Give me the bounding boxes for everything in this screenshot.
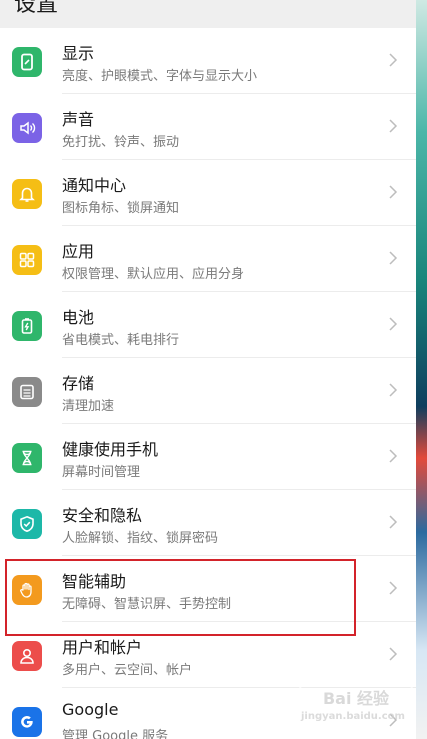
settings-item-sound[interactable]: 声音 免打扰、铃声、振动	[0, 94, 416, 160]
apps-grid-icon	[12, 245, 42, 275]
item-title: 通知中心	[62, 176, 127, 195]
bell-icon	[12, 179, 42, 209]
settings-item-display[interactable]: 显示 亮度、护眼模式、字体与显示大小	[0, 28, 416, 94]
item-subtitle: 清理加速	[62, 399, 115, 414]
item-subtitle: 亮度、护眼模式、字体与显示大小	[62, 69, 258, 84]
item-subtitle: 省电模式、耗电排行	[62, 333, 180, 348]
settings-item-notifications[interactable]: 通知中心 图标角标、锁屏通知	[0, 160, 416, 226]
settings-item-apps[interactable]: 应用 权限管理、默认应用、应用分身	[0, 226, 416, 292]
item-subtitle: 管理 Google 服务	[62, 729, 169, 739]
chevron-right-icon	[389, 515, 398, 529]
item-title: 声音	[62, 110, 95, 129]
item-title: 电池	[62, 308, 95, 327]
sound-icon	[12, 113, 42, 143]
item-subtitle: 免打扰、铃声、振动	[62, 135, 180, 150]
display-icon	[12, 47, 42, 77]
highlight-box	[5, 559, 356, 636]
item-subtitle: 图标角标、锁屏通知	[62, 201, 180, 216]
item-title: 存储	[62, 374, 95, 393]
item-title: 显示	[62, 44, 95, 63]
item-subtitle: 人脸解锁、指纹、锁屏密码	[62, 531, 219, 546]
item-title: 安全和隐私	[62, 506, 143, 525]
chevron-right-icon	[389, 251, 398, 265]
watermark-logo: Bai 经验	[299, 683, 413, 711]
settings-item-security[interactable]: 安全和隐私 人脸解锁、指纹、锁屏密码	[0, 490, 416, 556]
chevron-right-icon	[389, 581, 398, 595]
settings-item-battery[interactable]: 电池 省电模式、耗电排行	[0, 292, 416, 358]
item-subtitle: 权限管理、默认应用、应用分身	[62, 267, 245, 282]
chevron-right-icon	[389, 449, 398, 463]
settings-item-digital-balance[interactable]: 健康使用手机 屏幕时间管理	[0, 424, 416, 490]
chevron-right-icon	[389, 317, 398, 331]
settings-item-storage[interactable]: 存储 清理加速	[0, 358, 416, 424]
watermark-url: jingyan.baidu.com	[301, 711, 405, 722]
shield-icon	[12, 509, 42, 539]
user-icon	[12, 641, 42, 671]
chevron-right-icon	[389, 383, 398, 397]
header: 设置	[0, 0, 416, 28]
background-wallpaper-strip	[416, 0, 427, 739]
item-title: 用户和帐户	[62, 638, 143, 657]
chevron-right-icon	[389, 185, 398, 199]
battery-icon	[12, 311, 42, 341]
item-title: 应用	[62, 242, 95, 261]
chevron-right-icon	[389, 647, 398, 661]
storage-icon	[12, 377, 42, 407]
item-subtitle: 多用户、云空间、帐户	[62, 663, 193, 678]
settings-screen: 设置 显示 亮度、护眼模式、字体与显示大小 声音 免打扰、铃声、振动 通知中心 …	[0, 0, 416, 739]
page-title: 设置	[14, 0, 59, 17]
google-icon	[12, 707, 42, 737]
hourglass-icon	[12, 443, 42, 473]
item-subtitle: 屏幕时间管理	[62, 465, 141, 480]
item-title: Google	[62, 700, 119, 719]
watermark: Bai 经验 jingyan.baidu.com	[293, 681, 421, 727]
item-title: 健康使用手机	[62, 440, 159, 459]
chevron-right-icon	[389, 119, 398, 133]
chevron-right-icon	[389, 53, 398, 67]
